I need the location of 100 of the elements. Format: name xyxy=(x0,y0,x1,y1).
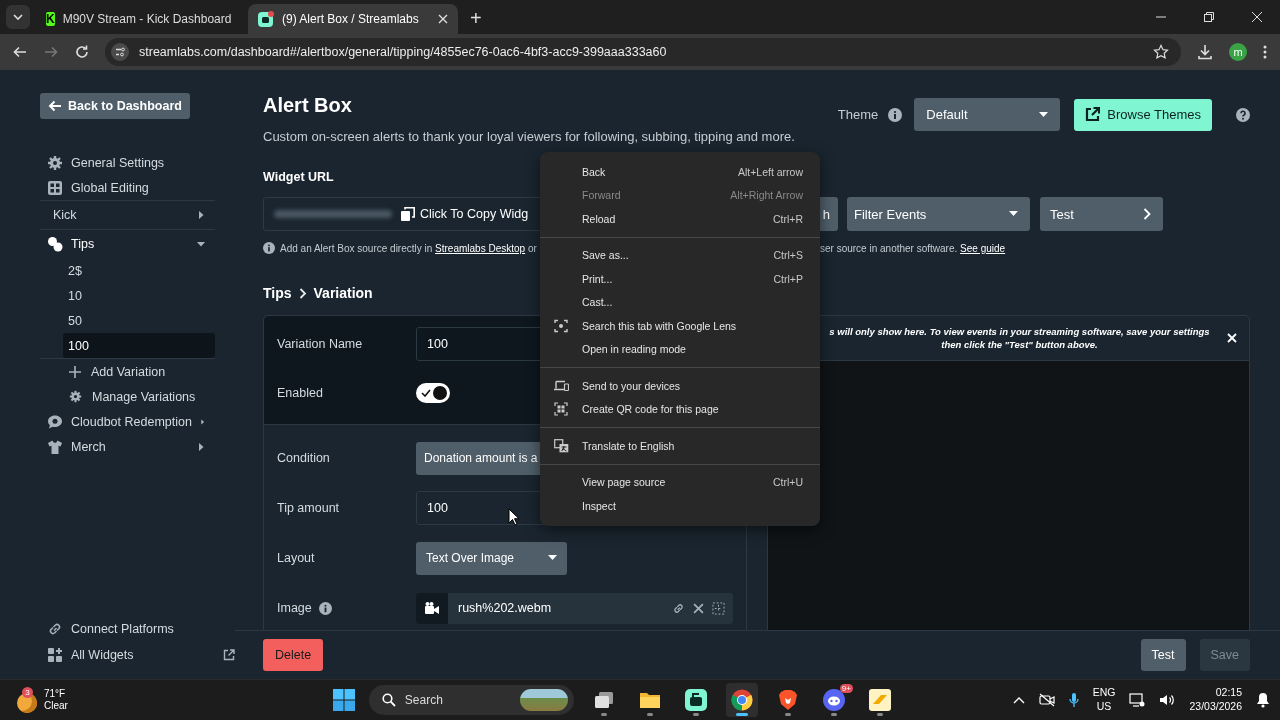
sidebar-item[interactable]: Cloudbot Redemption xyxy=(40,409,215,434)
reload-icon[interactable] xyxy=(74,44,90,60)
coins-icon xyxy=(47,236,63,252)
widgets-icon xyxy=(47,646,63,663)
temperature: 71°F xyxy=(44,687,67,700)
taskbar-app-icon[interactable] xyxy=(725,683,758,717)
sidebar-item[interactable]: Tips xyxy=(40,229,215,258)
context-menu-item[interactable]: Create QR code for this page xyxy=(540,397,820,421)
page-title: Alert Box xyxy=(263,94,353,117)
close-icon[interactable] xyxy=(693,602,704,614)
grid-icon xyxy=(47,179,63,196)
tab-search-button[interactable] xyxy=(6,5,30,29)
chevron-right-icon xyxy=(298,287,307,299)
context-menu-item[interactable]: Print... Ctrl+P xyxy=(540,267,820,291)
devices-icon xyxy=(554,379,569,392)
chevron-up-icon[interactable] xyxy=(1012,696,1025,704)
sidebar-subitem[interactable]: 2$ xyxy=(63,258,215,283)
windows-start-icon[interactable] xyxy=(332,689,355,711)
video-camera-icon xyxy=(425,602,439,614)
site-info-icon[interactable] xyxy=(111,43,129,61)
breadcrumb-item: Variation xyxy=(313,285,373,301)
filter-events-dropdown[interactable]: Filter Events xyxy=(847,197,1030,231)
tab-logo: K xyxy=(46,12,55,26)
copy-icon xyxy=(401,207,415,221)
streamlabs-desktop-link[interactable]: Streamlabs Desktop xyxy=(435,242,526,254)
close-icon[interactable] xyxy=(438,14,448,24)
context-menu-item[interactable]: Inspect xyxy=(540,494,820,518)
sidebar-item[interactable]: Kick xyxy=(40,200,215,229)
tab-title: (9) Alert Box / Streamlabs xyxy=(282,12,420,26)
notification-bell-icon[interactable] xyxy=(1256,692,1270,708)
field-label: Layout xyxy=(277,551,315,565)
context-menu-item[interactable]: Send to your devices xyxy=(540,374,820,398)
info-icon xyxy=(263,242,275,254)
gear-icon xyxy=(47,154,63,171)
test-button[interactable]: Test xyxy=(1040,197,1163,231)
language-indicator[interactable]: ENG xyxy=(1092,686,1116,700)
gear-icon xyxy=(69,390,82,403)
grid-dots-icon[interactable] xyxy=(712,601,725,615)
download-icon[interactable] xyxy=(1196,43,1214,61)
field-label: Tip amount xyxy=(277,501,340,515)
sidebar-item[interactable]: General Settings xyxy=(40,150,215,175)
breadcrumb-item[interactable]: Tips xyxy=(263,285,292,301)
taskbar-search-field[interactable]: Search xyxy=(368,685,574,715)
widget-url-label: Widget URL xyxy=(263,170,334,184)
camera-off-icon[interactable] xyxy=(1038,693,1055,707)
browser-tab[interactable]: (9) Alert Box / Streamlabs xyxy=(248,4,458,34)
info-icon[interactable] xyxy=(318,601,332,615)
context-menu-item[interactable]: Save as... Ctrl+S xyxy=(540,243,820,267)
restore-icon[interactable] xyxy=(1203,11,1215,23)
info-icon[interactable] xyxy=(888,107,903,122)
close-icon[interactable] xyxy=(1251,11,1263,23)
browse-themes-button[interactable]: Browse Themes xyxy=(1074,98,1212,131)
address-field[interactable]: streamlabs.com/dashboard#/alertbox/general/tipping/4855ec76-0ac6-4bf3-acc9-399aaa333a60 xyxy=(105,38,1181,66)
back-to-dashboard-button[interactable]: Back to Dashboard xyxy=(40,93,190,119)
sidebar-subitem[interactable]: 100 xyxy=(63,333,215,358)
sidebar-item[interactable]: Global Editing xyxy=(40,175,215,200)
field-label: Condition xyxy=(277,451,330,465)
arrow-left-icon xyxy=(48,100,62,112)
link-icon[interactable] xyxy=(672,601,685,615)
microphone-icon[interactable] xyxy=(1068,692,1079,708)
forward-arrow-icon[interactable] xyxy=(43,44,59,60)
sidebar-subitem[interactable]: 50 xyxy=(63,308,215,333)
more-icon[interactable] xyxy=(1262,44,1268,60)
network-icon[interactable] xyxy=(1129,693,1146,707)
toggle-switch[interactable] xyxy=(416,383,450,403)
translate-icon xyxy=(554,438,569,453)
layout-dropdown[interactable]: Text Over Image xyxy=(416,541,567,575)
sidebar-action[interactable]: Manage Variations xyxy=(40,384,215,409)
sidebar-subitem[interactable]: 10 xyxy=(63,283,215,308)
sidebar-action[interactable]: Add Variation xyxy=(40,358,215,384)
new-tab-button[interactable]: + xyxy=(464,7,488,30)
chevron-down-icon xyxy=(12,11,24,23)
caret-down-icon xyxy=(1009,211,1018,217)
theme-dropdown[interactable]: Default xyxy=(914,98,1061,131)
field-label: Enabled xyxy=(277,386,323,400)
sidebar-item[interactable]: All Widgets xyxy=(40,642,235,667)
delete-button[interactable]: Delete xyxy=(263,639,324,671)
context-menu-item[interactable]: Cast... xyxy=(540,290,820,314)
help-icon[interactable] xyxy=(1236,107,1250,122)
clock-time: 02:15 xyxy=(1215,686,1242,700)
context-menu-item[interactable]: View page source Ctrl+U xyxy=(540,470,820,494)
speaker-icon[interactable] xyxy=(1159,693,1176,707)
test-button[interactable]: Test xyxy=(1140,639,1186,671)
external-link-icon xyxy=(1085,107,1101,122)
external-link-icon xyxy=(223,648,235,661)
camera-lens-icon xyxy=(554,318,568,333)
sidebar-item[interactable]: Merch xyxy=(40,434,215,459)
see-guide-link[interactable]: See guide xyxy=(960,242,1006,254)
theme-label: Theme xyxy=(837,107,879,122)
media-field[interactable]: rush%202.webm xyxy=(416,592,733,624)
tab-title: M90V Stream - Kick Dashboard xyxy=(62,12,232,26)
context-menu-item[interactable]: Translate to English xyxy=(540,434,820,458)
context-menu-item[interactable]: Back Alt+Left arrow xyxy=(540,160,820,184)
star-icon[interactable] xyxy=(1153,44,1169,60)
sidebar-item[interactable]: Connect Platforms xyxy=(40,616,235,641)
back-arrow-icon[interactable] xyxy=(12,44,28,60)
caret-down-icon xyxy=(548,555,557,561)
field-label: Variation Name xyxy=(277,337,363,351)
mouse-cursor-icon xyxy=(508,508,520,526)
qr-code-icon xyxy=(554,402,568,417)
